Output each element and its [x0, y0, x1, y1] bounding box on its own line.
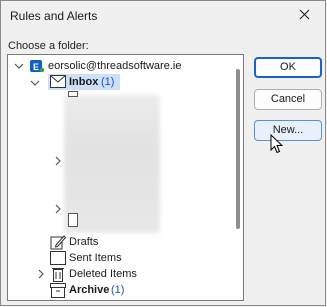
- folder-name: Inbox: [69, 76, 99, 88]
- redacted-subfolders: [64, 95, 160, 233]
- account-name: eorsolic@threadsoftware.ie: [48, 60, 182, 72]
- mouse-pointer-icon: [270, 134, 283, 154]
- close-icon: [299, 9, 310, 20]
- rules-alerts-dialog: Rules and Alerts Choose a folder: E eors…: [0, 0, 326, 306]
- sent-items-icon: [50, 251, 66, 265]
- drafts-icon: [50, 235, 66, 250]
- cancel-button[interactable]: Cancel: [254, 89, 322, 110]
- chevron-down-icon[interactable]: [14, 61, 24, 71]
- folder-name: Archive: [69, 284, 110, 296]
- trash-icon: [52, 268, 64, 282]
- folder-icon: [68, 91, 78, 97]
- archive-icon: [50, 283, 66, 298]
- folder-name: Deleted Items: [69, 268, 137, 280]
- chevron-right-icon[interactable]: [53, 204, 63, 214]
- svg-text:E: E: [33, 62, 39, 72]
- unread-count: (1): [111, 284, 125, 296]
- vertical-scrollbar[interactable]: [236, 69, 240, 229]
- tree-item-sent-items[interactable]: Sent Items: [8, 250, 208, 266]
- chevron-right-icon[interactable]: [36, 269, 46, 279]
- folder-tree[interactable]: E eorsolic@threadsoftware.ie Inbox (1) D…: [7, 54, 244, 301]
- folder-name: Sent Items: [69, 252, 122, 264]
- tree-item-deleted-items[interactable]: Deleted Items: [8, 266, 208, 282]
- inbox-icon: [50, 75, 66, 88]
- tree-item-drafts[interactable]: Drafts: [8, 234, 208, 250]
- tree-item-account[interactable]: E eorsolic@threadsoftware.ie: [8, 58, 238, 74]
- folder-icon: [68, 213, 78, 227]
- chevron-down-icon[interactable]: [30, 78, 40, 88]
- new-folder-button[interactable]: New...: [254, 120, 322, 141]
- ok-button[interactable]: OK: [254, 57, 322, 78]
- choose-folder-label: Choose a folder:: [8, 40, 89, 52]
- unread-count: (1): [101, 76, 115, 88]
- title-bar: Rules and Alerts: [1, 1, 325, 31]
- close-button[interactable]: [291, 3, 319, 27]
- chevron-right-icon[interactable]: [53, 156, 63, 166]
- dialog-title: Rules and Alerts: [10, 9, 98, 23]
- exchange-account-icon: E: [30, 60, 44, 73]
- folder-name: Drafts: [69, 236, 99, 248]
- tree-item-archive[interactable]: Archive (1): [8, 282, 208, 298]
